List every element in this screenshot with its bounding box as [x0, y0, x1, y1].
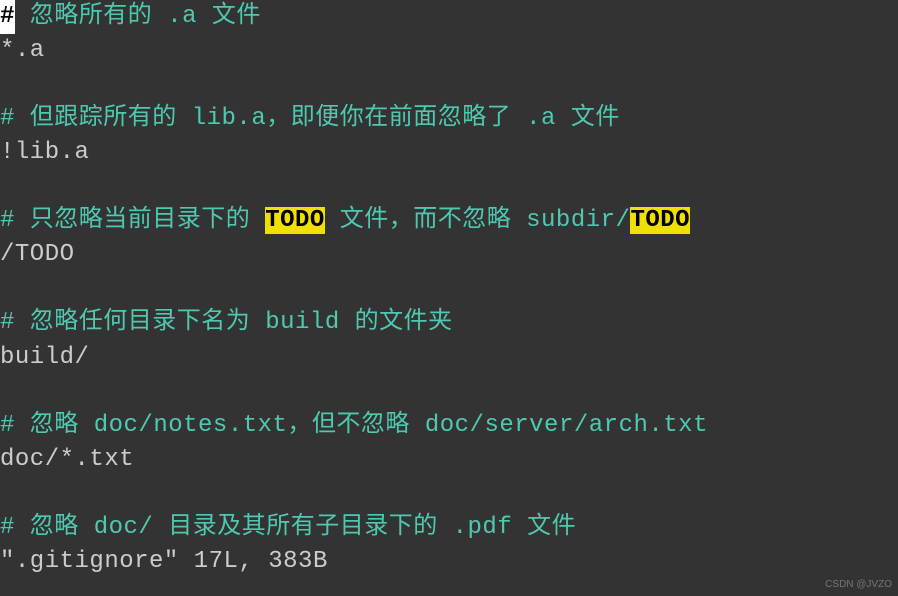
code-line: # 只忽略当前目录下的 TODO 文件，而不忽略 subdir/TODO — [0, 204, 898, 238]
search-highlight: TODO — [265, 207, 325, 234]
code-line: !lib.a — [0, 136, 898, 170]
search-highlight: TODO — [630, 207, 690, 234]
comment-text: # 忽略任何目录下名为 build 的文件夹 — [0, 309, 453, 336]
code-line: # 忽略 doc/notes.txt，但不忽略 doc/server/arch.… — [0, 409, 898, 443]
code-line: # 但跟踪所有的 lib.a，即便你在前面忽略了 .a 文件 — [0, 102, 898, 136]
code-line: *.a — [0, 34, 898, 68]
code-line: # 忽略 doc/ 目录及其所有子目录下的 .pdf 文件 — [0, 511, 898, 545]
status-line: ".gitignore" 17L, 383B — [0, 545, 898, 579]
cursor: # — [0, 0, 15, 34]
blank-line — [0, 68, 898, 102]
comment-text: # 但跟踪所有的 lib.a，即便你在前面忽略了 .a 文件 — [0, 105, 620, 132]
code-line: doc/*.txt — [0, 443, 898, 477]
code-text: !lib.a — [0, 139, 89, 166]
code-line: # 忽略所有的 .a 文件 — [0, 0, 898, 34]
blank-line — [0, 477, 898, 511]
comment-text: # 只忽略当前目录下的 — [0, 207, 265, 234]
code-text: *.a — [0, 37, 45, 64]
code-text: /TODO — [0, 241, 75, 268]
blank-line — [0, 272, 898, 306]
code-line: # 忽略任何目录下名为 build 的文件夹 — [0, 306, 898, 340]
comment-text: # 忽略 doc/notes.txt，但不忽略 doc/server/arch.… — [0, 412, 708, 439]
blank-line — [0, 375, 898, 409]
editor-view[interactable]: # 忽略所有的 .a 文件 *.a # 但跟踪所有的 lib.a，即便你在前面忽… — [0, 0, 898, 579]
code-text: build/ — [0, 344, 89, 371]
code-line: /TODO — [0, 238, 898, 272]
blank-line — [0, 170, 898, 204]
watermark: CSDN @JVZO — [825, 578, 892, 592]
file-status: ".gitignore" 17L, 383B — [0, 548, 328, 575]
comment-text: # 忽略 doc/ 目录及其所有子目录下的 .pdf 文件 — [0, 514, 576, 541]
code-line: build/ — [0, 341, 898, 375]
code-text: doc/*.txt — [0, 446, 134, 473]
comment-text: 文件，而不忽略 subdir/ — [325, 207, 631, 234]
comment-text: 忽略所有的 .a 文件 — [15, 3, 261, 30]
